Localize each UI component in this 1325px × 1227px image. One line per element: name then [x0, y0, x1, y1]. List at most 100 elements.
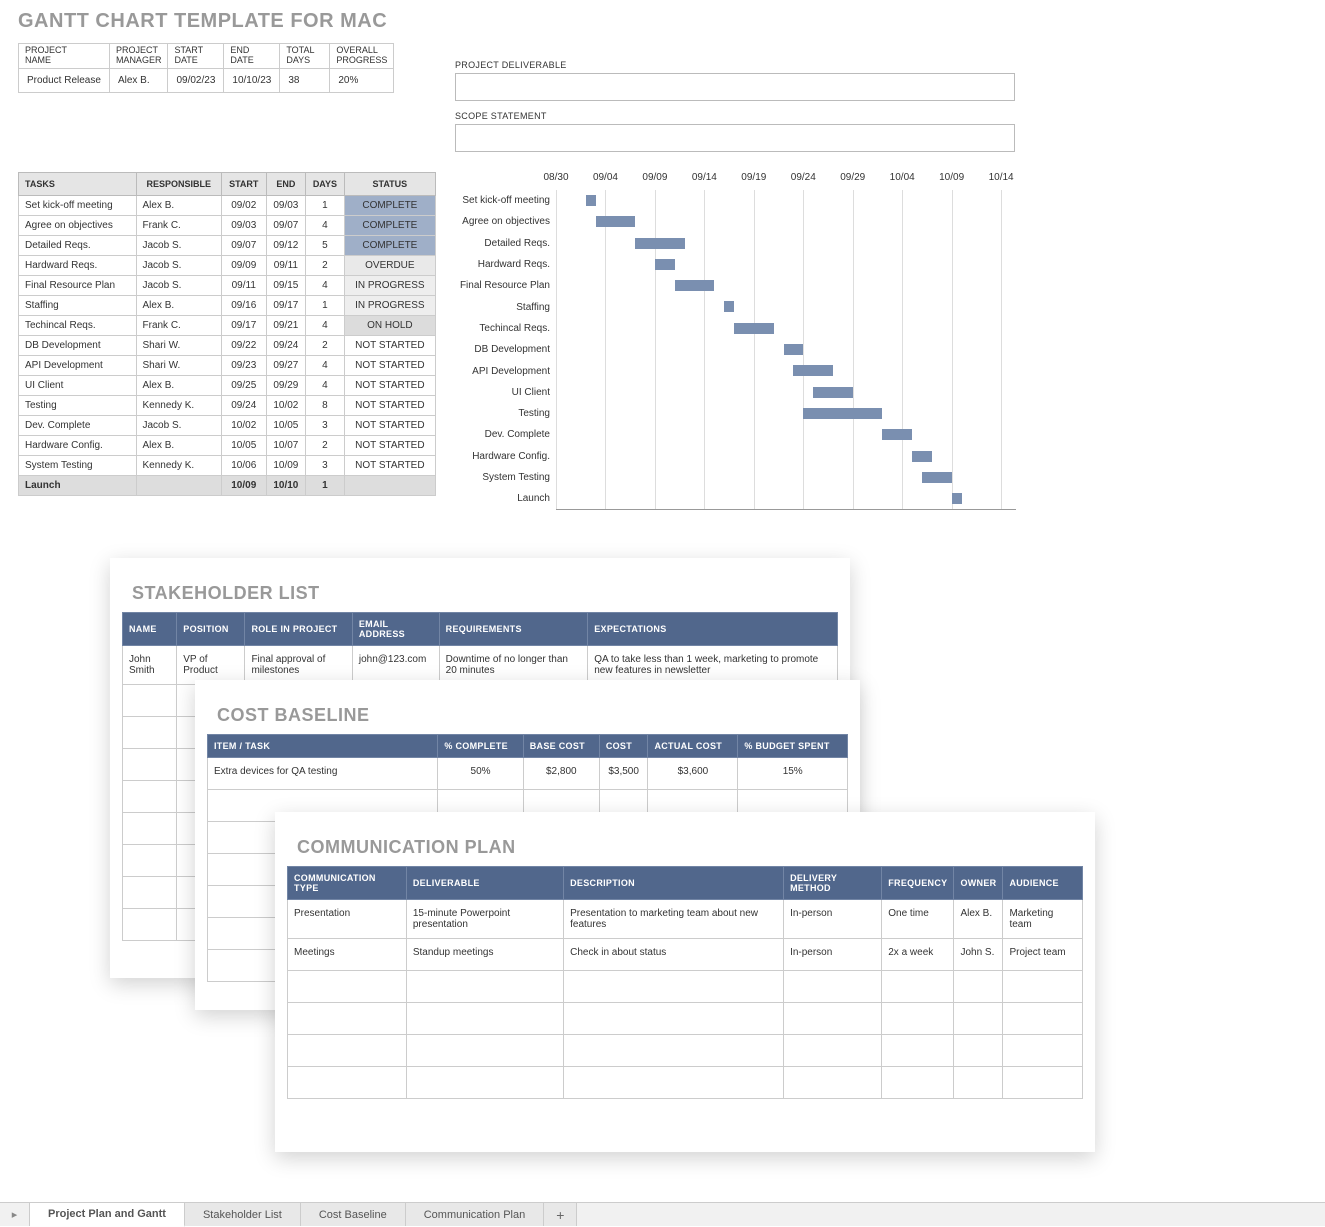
attr-value[interactable]: 20% [330, 68, 394, 92]
comm-cell[interactable]: 15-minute Powerpoint presentation [406, 900, 563, 939]
status-cell[interactable]: NOT STARTED [344, 376, 435, 396]
task-cell[interactable]: Hardware Config. [19, 436, 137, 456]
task-cell[interactable]: 1 [306, 296, 345, 316]
stakeholder-cell[interactable] [123, 685, 177, 717]
task-cell[interactable]: Testing [19, 396, 137, 416]
comm-cell[interactable] [1003, 1067, 1083, 1099]
comm-cell[interactable]: Alex B. [954, 900, 1003, 939]
task-cell[interactable]: 4 [306, 216, 345, 236]
task-cell[interactable]: 10/10 [266, 476, 306, 496]
comm-cell[interactable] [406, 1003, 563, 1035]
task-cell[interactable]: 10/09 [221, 476, 266, 496]
stakeholder-cell[interactable]: Downtime of no longer than 20 minutes [439, 646, 588, 685]
comm-cell[interactable]: Marketing team [1003, 900, 1083, 939]
task-cell[interactable]: Jacob S. [136, 236, 221, 256]
comm-cell[interactable]: In-person [784, 939, 882, 971]
task-cell[interactable]: 1 [306, 476, 345, 496]
task-cell[interactable]: System Testing [19, 456, 137, 476]
attr-value[interactable]: Alex B. [109, 68, 168, 92]
tab-nav-arrow-icon[interactable]: ▸ [0, 1203, 30, 1226]
status-cell[interactable]: COMPLETE [344, 236, 435, 256]
status-cell[interactable] [344, 476, 435, 496]
task-cell[interactable]: 09/07 [266, 216, 306, 236]
comm-cell[interactable] [1003, 1035, 1083, 1067]
task-cell[interactable]: 09/22 [221, 336, 266, 356]
comm-cell[interactable] [1003, 971, 1083, 1003]
comm-cell[interactable] [288, 1035, 407, 1067]
task-cell[interactable]: DB Development [19, 336, 137, 356]
task-cell[interactable]: UI Client [19, 376, 137, 396]
task-cell[interactable]: Agree on objectives [19, 216, 137, 236]
status-cell[interactable]: IN PROGRESS [344, 296, 435, 316]
task-cell[interactable]: Kennedy K. [136, 456, 221, 476]
comm-cell[interactable]: In-person [784, 900, 882, 939]
task-cell[interactable]: 4 [306, 376, 345, 396]
comm-cell[interactable] [406, 1067, 563, 1099]
scope-input[interactable] [455, 124, 1015, 152]
comm-cell[interactable]: Project team [1003, 939, 1083, 971]
stakeholder-cell[interactable] [123, 813, 177, 845]
comm-cell[interactable] [564, 1067, 784, 1099]
cost-cell[interactable]: $3,600 [648, 758, 738, 790]
task-cell[interactable]: Detailed Reqs. [19, 236, 137, 256]
task-cell[interactable]: Alex B. [136, 296, 221, 316]
task-cell[interactable]: 4 [306, 356, 345, 376]
status-cell[interactable]: NOT STARTED [344, 356, 435, 376]
task-cell[interactable]: Staffing [19, 296, 137, 316]
comm-cell[interactable] [406, 1035, 563, 1067]
sheet-tab[interactable]: Cost Baseline [301, 1203, 406, 1226]
stakeholder-cell[interactable] [123, 717, 177, 749]
comm-cell[interactable]: Check in about status [564, 939, 784, 971]
comm-cell[interactable] [1003, 1003, 1083, 1035]
task-cell[interactable]: 09/24 [221, 396, 266, 416]
cost-cell[interactable]: $3,500 [599, 758, 648, 790]
task-cell[interactable]: 09/24 [266, 336, 306, 356]
task-cell[interactable]: Shari W. [136, 356, 221, 376]
comm-cell[interactable] [882, 1067, 954, 1099]
comm-cell[interactable]: John S. [954, 939, 1003, 971]
status-cell[interactable]: NOT STARTED [344, 416, 435, 436]
task-cell[interactable]: 2 [306, 256, 345, 276]
status-cell[interactable]: COMPLETE [344, 196, 435, 216]
stakeholder-cell[interactable]: Final approval of milestones [245, 646, 352, 685]
task-cell[interactable]: 09/27 [266, 356, 306, 376]
task-cell[interactable]: 09/09 [221, 256, 266, 276]
comm-cell[interactable] [288, 971, 407, 1003]
comm-cell[interactable] [784, 1035, 882, 1067]
task-cell[interactable]: 4 [306, 276, 345, 296]
comm-cell[interactable] [564, 1003, 784, 1035]
stakeholder-cell[interactable] [123, 845, 177, 877]
comm-cell[interactable] [784, 1067, 882, 1099]
task-cell[interactable]: Set kick-off meeting [19, 196, 137, 216]
status-cell[interactable]: NOT STARTED [344, 396, 435, 416]
stakeholder-cell[interactable]: john@123.com [352, 646, 439, 685]
task-cell[interactable]: 09/03 [266, 196, 306, 216]
sheet-tab[interactable]: Stakeholder List [185, 1203, 301, 1226]
comm-cell[interactable] [882, 971, 954, 1003]
task-cell[interactable]: 10/05 [266, 416, 306, 436]
task-cell[interactable]: 10/06 [221, 456, 266, 476]
task-cell[interactable]: 09/11 [221, 276, 266, 296]
status-cell[interactable]: IN PROGRESS [344, 276, 435, 296]
cost-cell[interactable]: $2,800 [523, 758, 599, 790]
task-cell[interactable]: Hardward Reqs. [19, 256, 137, 276]
status-cell[interactable]: NOT STARTED [344, 456, 435, 476]
comm-cell[interactable] [882, 1003, 954, 1035]
task-cell[interactable] [136, 476, 221, 496]
attr-value[interactable]: 09/02/23 [168, 68, 224, 92]
task-cell[interactable]: 10/07 [266, 436, 306, 456]
stakeholder-cell[interactable]: QA to take less than 1 week, marketing t… [588, 646, 838, 685]
task-cell[interactable]: 1 [306, 196, 345, 216]
task-cell[interactable]: Frank C. [136, 216, 221, 236]
task-cell[interactable]: 2 [306, 336, 345, 356]
task-cell[interactable]: 09/03 [221, 216, 266, 236]
task-cell[interactable]: Techincal Reqs. [19, 316, 137, 336]
status-cell[interactable]: OVERDUE [344, 256, 435, 276]
task-cell[interactable]: 09/25 [221, 376, 266, 396]
stakeholder-cell[interactable]: John Smith [123, 646, 177, 685]
attr-value[interactable]: 10/10/23 [224, 68, 280, 92]
task-cell[interactable]: Jacob S. [136, 256, 221, 276]
status-cell[interactable]: ON HOLD [344, 316, 435, 336]
comm-cell[interactable] [954, 1067, 1003, 1099]
task-cell[interactable]: 09/16 [221, 296, 266, 316]
